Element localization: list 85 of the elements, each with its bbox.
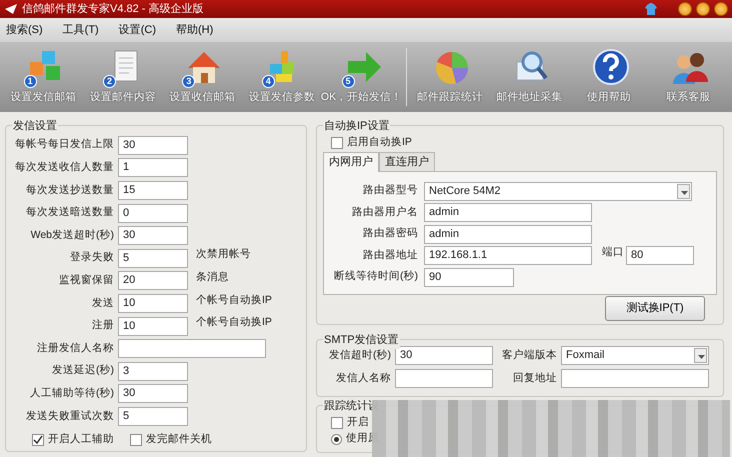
input-field[interactable]: 10 (118, 294, 188, 313)
field-label: 每帐号每日发信上限 (14, 137, 114, 152)
option-label: 使用原 (346, 431, 379, 446)
input-field[interactable]: 30 (118, 226, 188, 246)
input-field[interactable]: 3 (118, 362, 188, 381)
field-label: 注册 (91, 318, 114, 334)
input-field[interactable]: 80 (626, 246, 694, 265)
input-field[interactable] (118, 339, 266, 358)
field-label: 人工辅助等待(秒) (29, 386, 114, 401)
maximize-button[interactable] (696, 2, 710, 16)
toolbar-button[interactable]: 5 OK，开始发信！ (322, 42, 402, 112)
tab[interactable]: 内网用户 (323, 152, 379, 172)
field-label: 路由器型号 (362, 183, 418, 198)
field-suffix: 条消息 (196, 270, 229, 285)
tab[interactable]: 直连用户 (379, 152, 435, 172)
field-label: 路由器地址 (362, 248, 418, 263)
checkbox[interactable] (331, 417, 343, 429)
test-button[interactable]: 测试换IP(T) (605, 296, 705, 321)
input-field[interactable]: 20 (118, 271, 188, 290)
field-label: 端口 (602, 245, 624, 260)
checkbox[interactable] (32, 434, 44, 446)
checkbox-label: 启用自动换IP (347, 135, 412, 150)
input-field[interactable]: 30 (118, 384, 188, 404)
input-field[interactable]: 15 (118, 180, 188, 200)
field-label: 发信超时(秒) (328, 348, 391, 363)
toolbar-button[interactable]: 4 设置发信参数 (242, 42, 322, 112)
step-number: 5 (342, 75, 354, 88)
toolbar-button[interactable]: 2 设置邮件内容 (83, 42, 163, 112)
input-field[interactable]: 0 (118, 204, 188, 223)
input-field[interactable] (561, 369, 709, 388)
input-field[interactable]: 30 (118, 136, 188, 155)
input-field[interactable] (395, 369, 493, 388)
field-label: 路由器用户名 (351, 204, 418, 220)
input-field[interactable]: 5 (118, 406, 188, 426)
field-label: 回复地址 (512, 370, 557, 386)
step-number: 1 (24, 75, 37, 88)
field-suffix: 次禁用帐号 (196, 247, 251, 262)
field-label: 发送延迟(秒) (51, 363, 114, 378)
shirt-icon[interactable] (644, 2, 658, 16)
radio-button[interactable] (331, 434, 342, 444)
step-number: 3 (182, 75, 196, 88)
menu-item[interactable]: 帮助(H) (176, 22, 214, 38)
field-label: 发送 (91, 296, 114, 311)
checkbox[interactable] (130, 434, 142, 446)
field-label: 发送失败重试次数 (25, 408, 114, 424)
field-label: 断线等待时间(秒) (333, 269, 418, 284)
field-label: Web发送超时(秒) (30, 228, 114, 243)
field-suffix: 个帐号自动换IP (196, 292, 272, 308)
group-title: SMTP发信设置 (323, 332, 400, 348)
menu-item[interactable]: 工具(T) (62, 22, 99, 38)
help-icon (590, 48, 631, 86)
step-number: 2 (103, 75, 116, 88)
input-field[interactable]: 1 (118, 158, 188, 178)
menu-item[interactable]: 搜索(S) (6, 22, 43, 38)
input-field[interactable]: 30 (395, 346, 493, 365)
input-field[interactable]: 10 (118, 316, 188, 336)
dropdown[interactable]: NetCore 54M2 (424, 182, 692, 200)
field-label: 客户端版本 (501, 348, 557, 363)
checkbox-label: 发完邮件关机 (146, 432, 212, 447)
checkbox[interactable] (331, 136, 343, 149)
input-field[interactable]: 90 (424, 268, 514, 286)
app-logo-icon (4, 3, 18, 15)
dropdown[interactable]: Foxmail (561, 346, 709, 365)
checkbox-label: 开启人工辅助 (48, 432, 114, 447)
field-label: 每次发送暗送数量 (25, 205, 114, 220)
step-number: 4 (262, 75, 275, 88)
field-label: 登录失败 (69, 250, 114, 266)
field-label: 注册发信人名称 (36, 340, 114, 356)
field-suffix: 个帐号自动换IP (196, 315, 272, 330)
field-label: 发信人名称 (335, 370, 391, 386)
minimize-button[interactable] (678, 2, 692, 16)
toolbar-button[interactable]: 3 设置收信邮箱 (162, 42, 242, 112)
field-label: 监视窗保留 (58, 272, 114, 288)
menu-item[interactable]: 设置(C) (118, 22, 156, 38)
window-title: 信鸽邮件群发专家V4.82 - 高级企业版 (22, 2, 204, 17)
option-label: 开启 (347, 415, 369, 430)
toolbar-button[interactable]: 1 设置发信邮箱 (4, 42, 84, 112)
field-label: 每次发送收信人数量 (14, 160, 114, 176)
field-label: 路由器密码 (362, 226, 418, 242)
input-field[interactable]: 5 (118, 248, 188, 268)
close-button[interactable] (714, 2, 728, 16)
field-label: 每次发送抄送数量 (25, 182, 114, 198)
input-field[interactable]: 192.168.1.1 (424, 246, 592, 265)
input-field[interactable]: admin (424, 224, 592, 244)
input-field[interactable]: admin (424, 203, 592, 222)
